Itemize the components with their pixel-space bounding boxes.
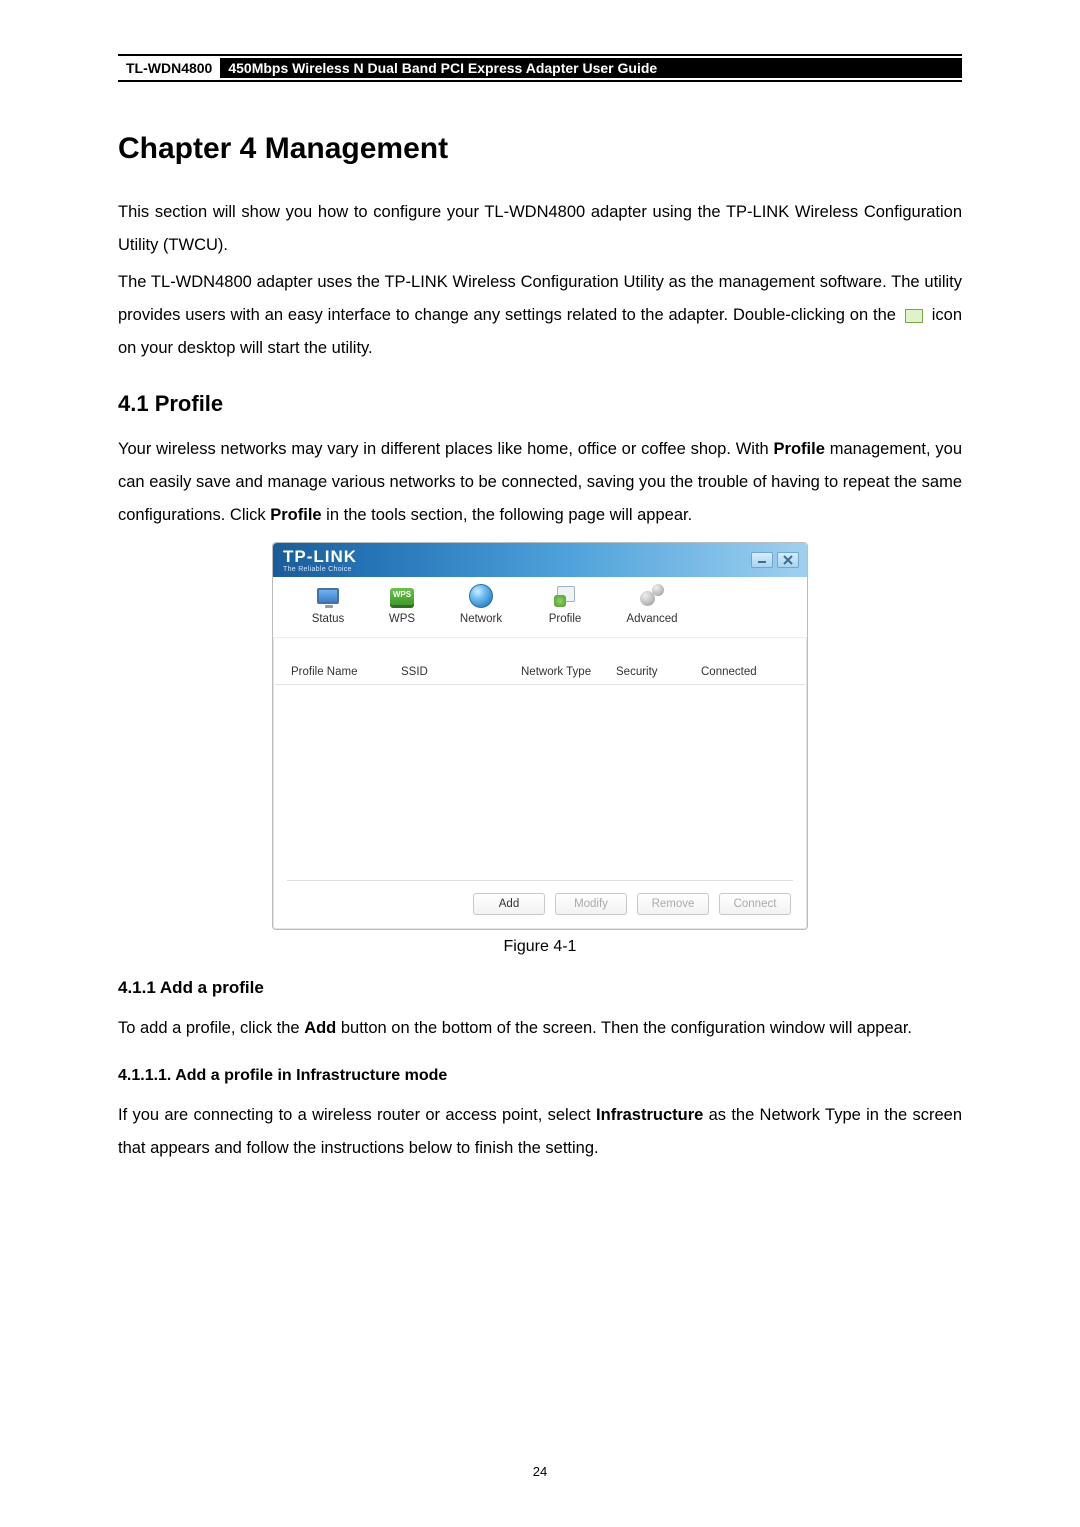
col-network-type: Network Type (521, 666, 616, 678)
tab-profile-label: Profile (533, 613, 597, 625)
profile-icon (554, 585, 576, 607)
brand-tagline: The Reliable Choice (283, 566, 357, 573)
col-connected: Connected (701, 666, 789, 678)
profile-paragraph: Your wireless networks may vary in diffe… (118, 433, 962, 532)
add-button[interactable]: Add (473, 893, 545, 915)
tab-status[interactable]: Status (291, 583, 365, 625)
close-icon (783, 555, 793, 565)
document-header: TL-WDN4800 450Mbps Wireless N Dual Band … (118, 54, 962, 82)
remove-button[interactable]: Remove (637, 893, 709, 915)
tab-network-label: Network (449, 613, 513, 625)
modify-button[interactable]: Modify (555, 893, 627, 915)
col-profile-name: Profile Name (291, 666, 401, 678)
tray-icon (905, 309, 923, 323)
col-security: Security (616, 666, 701, 678)
gears-icon (640, 584, 664, 608)
header-model: TL-WDN4800 (118, 58, 220, 78)
profile-bold-1: Profile (774, 440, 825, 458)
intro-paragraph-1: This section will show you how to config… (118, 196, 962, 262)
profile-para-a: Your wireless networks may vary in diffe… (118, 440, 774, 458)
intro-2-part-a: The TL-WDN4800 adapter uses the TP-LINK … (118, 273, 962, 324)
profile-list-empty (287, 685, 793, 881)
twcu-window: TP-LINK The Reliable Choice Status (272, 542, 808, 930)
add-para-b: button on the bottom of the screen. Then… (336, 1019, 912, 1037)
globe-icon (469, 584, 493, 608)
col-ssid: SSID (401, 666, 521, 678)
profile-para-c: in the tools section, the following page… (322, 506, 693, 524)
minimize-button[interactable] (751, 552, 773, 568)
tab-advanced[interactable]: Advanced (607, 583, 697, 625)
infra-para-a: If you are connecting to a wireless rout… (118, 1106, 596, 1124)
tab-row: Status WPS WPS Network Profile Advanced (273, 577, 807, 638)
add-profile-paragraph: To add a profile, click the Add button o… (118, 1012, 962, 1045)
subsection-add-profile: 4.1.1 Add a profile (118, 978, 962, 998)
chapter-title: Chapter 4 Management (118, 132, 962, 166)
tab-advanced-label: Advanced (617, 613, 687, 625)
profile-button-row: Add Modify Remove Connect (273, 889, 807, 929)
tab-profile[interactable]: Profile (523, 583, 607, 625)
figure-caption: Figure 4-1 (118, 938, 962, 956)
tab-status-label: Status (301, 613, 355, 625)
add-para-a: To add a profile, click the (118, 1019, 304, 1037)
connect-button[interactable]: Connect (719, 893, 791, 915)
header-guide-title: 450Mbps Wireless N Dual Band PCI Express… (220, 58, 962, 78)
page-number: 24 (0, 1464, 1080, 1479)
infrastructure-paragraph: If you are connecting to a wireless rout… (118, 1099, 962, 1165)
intro-paragraph-2: The TL-WDN4800 adapter uses the TP-LINK … (118, 266, 962, 365)
section-profile-heading: 4.1 Profile (118, 391, 962, 417)
subsubsection-infrastructure: 4.1.1.1. Add a profile in Infrastructure… (118, 1067, 962, 1085)
profile-table-header: Profile Name SSID Network Type Security … (273, 638, 807, 685)
tab-wps[interactable]: WPS WPS (365, 583, 439, 625)
tab-wps-label: WPS (375, 613, 429, 625)
window-titlebar: TP-LINK The Reliable Choice (273, 543, 807, 577)
tab-network[interactable]: Network (439, 583, 523, 625)
minimize-icon (757, 556, 767, 564)
close-button[interactable] (777, 552, 799, 568)
wps-icon: WPS (390, 588, 414, 605)
infra-bold: Infrastructure (596, 1106, 703, 1124)
profile-bold-2: Profile (270, 506, 321, 524)
add-bold: Add (304, 1019, 336, 1037)
monitor-icon (317, 588, 339, 604)
brand-logo-text: TP-LINK (283, 548, 357, 565)
